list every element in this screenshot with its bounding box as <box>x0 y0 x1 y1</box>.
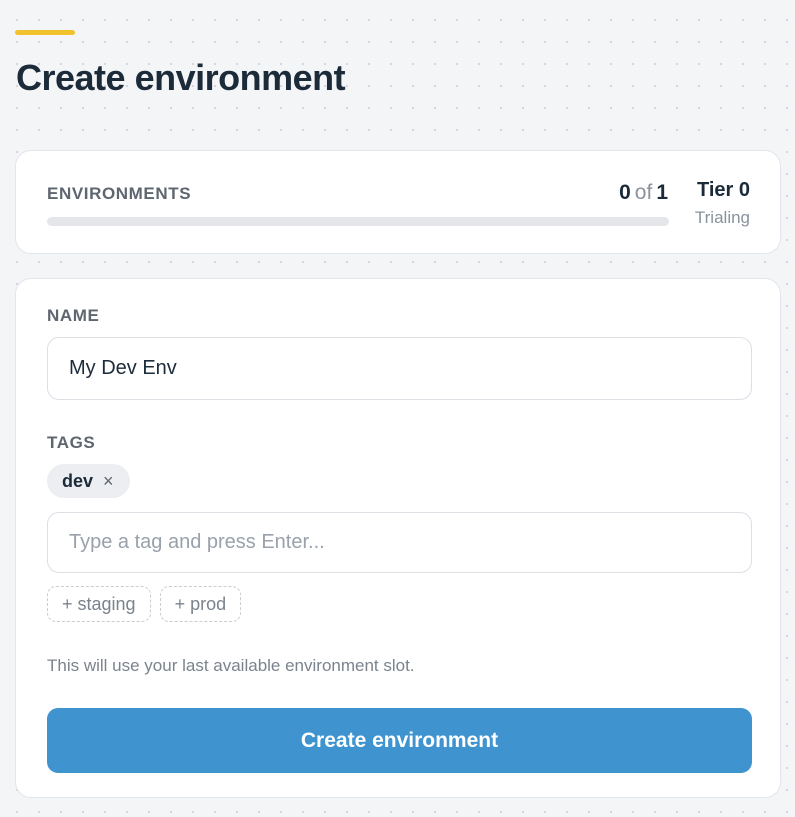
tag-input[interactable] <box>47 512 752 573</box>
close-icon[interactable]: × <box>103 471 114 492</box>
suggestion-prod-button[interactable]: + prod <box>159 586 242 622</box>
usage-used: 0 <box>619 181 631 204</box>
name-label: NAME <box>47 306 100 325</box>
tier-status: Trialing <box>694 208 750 227</box>
usage-count: 0 of 1 <box>619 181 668 205</box>
usage-of: of <box>634 181 653 204</box>
tier-name: Tier 0 <box>697 179 750 201</box>
title-accent-bar <box>15 30 75 35</box>
suggestion-staging-button[interactable]: + staging <box>47 586 151 622</box>
tag-chip-dev: dev × <box>47 464 130 498</box>
tags-label: TAGS <box>47 433 96 452</box>
slot-helper-text: This will use your last available enviro… <box>47 656 415 675</box>
usage-total: 1 <box>656 181 668 204</box>
create-environment-form: NAME TAGS dev × + staging + prod This wi… <box>15 278 781 798</box>
name-input[interactable] <box>47 337 752 400</box>
usage-label: ENVIRONMENTS <box>47 184 192 203</box>
tag-chip-label: dev <box>62 470 94 491</box>
usage-progress-bar <box>47 217 669 226</box>
tag-suggestions: + staging + prod <box>47 586 242 622</box>
page-title: Create environment <box>16 57 346 98</box>
usage-card: ENVIRONMENTS 0 of 1 Tier 0 Trialing <box>15 150 781 254</box>
create-environment-button[interactable]: Create environment <box>47 708 752 773</box>
